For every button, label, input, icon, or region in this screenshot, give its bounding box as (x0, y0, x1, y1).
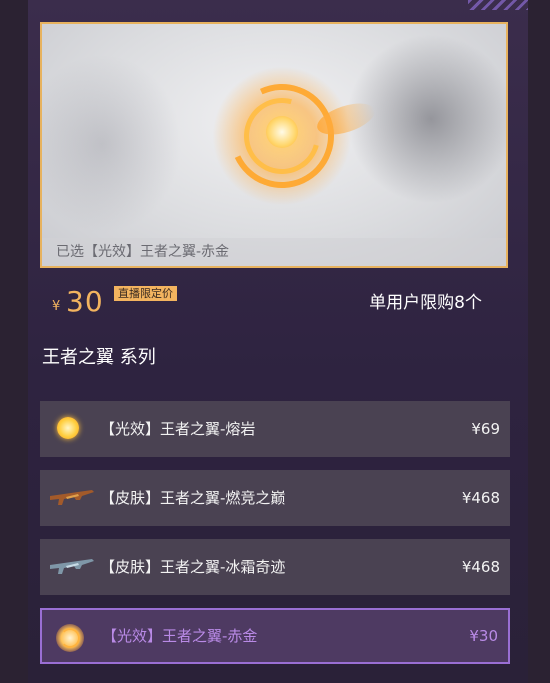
item-list: 【光效】王者之翼-熔岩 ¥69 【皮肤】王者之翼-燃竞之巅 ¥468 【皮肤】王… (40, 401, 510, 677)
selected-caption: 已选【光效】王者之翼-赤金 (42, 238, 506, 266)
golden-orb-icon (50, 618, 92, 658)
corner-decoration (468, 0, 528, 10)
item-label: 【皮肤】王者之翼-燃竞之巅 (100, 489, 286, 507)
preview-background-left (42, 54, 182, 234)
item-price: ¥468 (461, 489, 500, 507)
item-label: 【光效】王者之翼-熔岩 (100, 420, 256, 438)
live-price-badge: 直播限定价 (114, 286, 177, 301)
list-item[interactable]: 【皮肤】王者之翼-冰霜奇迹 ¥468 (40, 539, 510, 595)
series-title: 王者之翼 系列 (42, 347, 156, 368)
rifle-skin-icon (48, 478, 94, 518)
price-amount: 30 (66, 285, 104, 318)
effect-preview: 已选【光效】王者之翼-赤金 (40, 22, 508, 268)
list-item[interactable]: 【光效】王者之翼-熔岩 ¥69 (40, 401, 510, 457)
item-label: 【光效】王者之翼-赤金 (102, 627, 258, 645)
sun-effect-icon (48, 409, 90, 449)
item-price: ¥468 (461, 558, 500, 576)
item-label: 【皮肤】王者之翼-冰霜奇迹 (100, 558, 286, 576)
list-item-selected[interactable]: 【光效】王者之翼-赤金 ¥30 (40, 608, 510, 664)
currency-symbol: ¥ (52, 299, 61, 314)
golden-orb-effect (212, 66, 379, 206)
item-price: ¥30 (469, 627, 498, 645)
rifle-skin-icon (48, 547, 94, 587)
purchase-limit: 单用户限购8个 (369, 293, 482, 313)
list-item[interactable]: 【皮肤】王者之翼-燃竞之巅 ¥468 (40, 470, 510, 526)
item-price: ¥69 (471, 420, 500, 438)
